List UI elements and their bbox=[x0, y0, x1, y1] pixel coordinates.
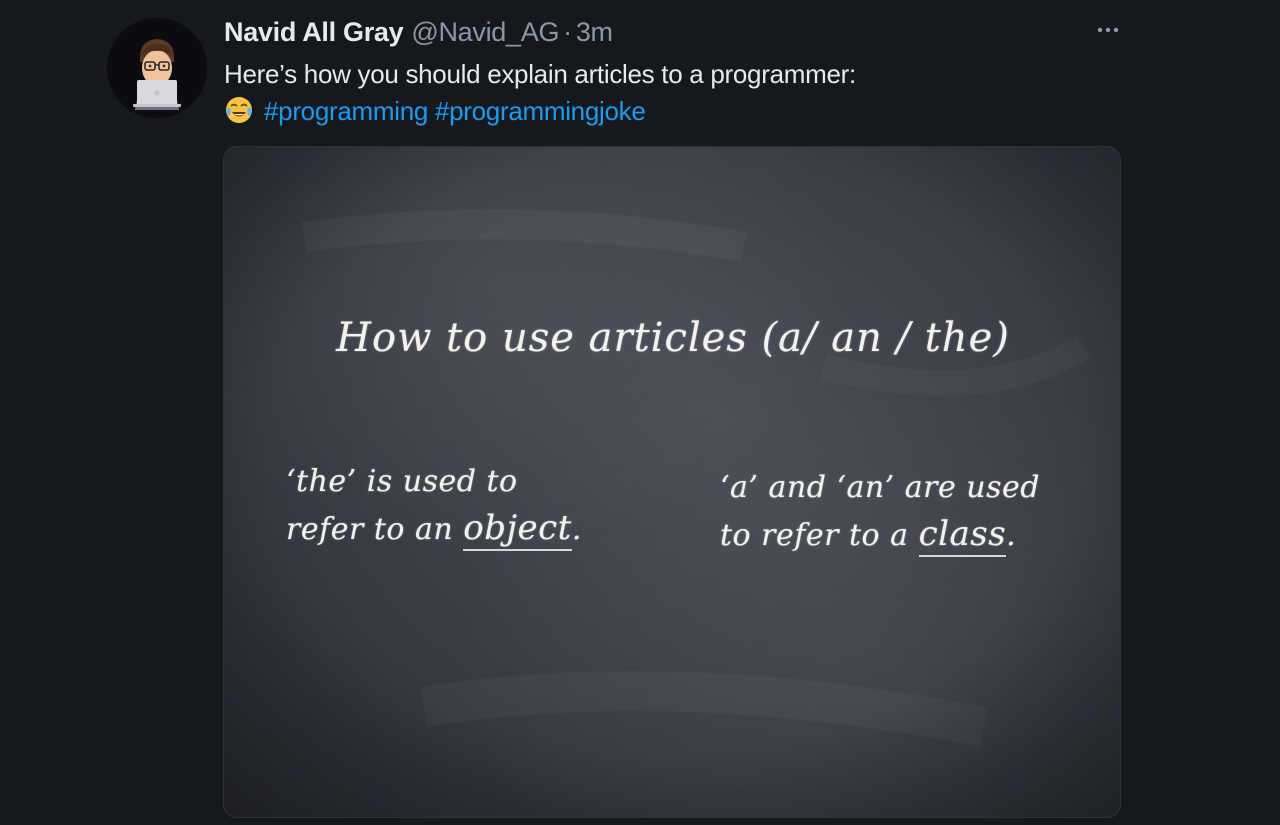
right-line-2-suffix: . bbox=[1006, 518, 1017, 553]
author-handle[interactable]: @Navid_AG bbox=[411, 17, 559, 48]
tweet-image[interactable]: How to use articles (a/ an / the) ‘the’ … bbox=[223, 146, 1121, 818]
left-keyword-object: object bbox=[463, 508, 572, 551]
memoji-avatar-icon bbox=[107, 18, 207, 118]
tweet-timestamp[interactable]: 3m bbox=[576, 17, 613, 48]
chalkboard-left-text: ‘the’ is used to refer to an object. bbox=[286, 459, 582, 553]
tweet-text-line: Here’s how you should explain articles t… bbox=[224, 59, 856, 89]
left-line-2-suffix: . bbox=[571, 512, 582, 547]
left-line-1: ‘the’ is used to bbox=[286, 464, 518, 499]
hashtag-programming[interactable]: #programming bbox=[264, 96, 428, 126]
chalkboard-title: How to use articles (a/ an / the) bbox=[336, 315, 1010, 361]
right-keyword-class: class bbox=[918, 514, 1007, 557]
avatar[interactable] bbox=[107, 18, 207, 118]
tweet-page: Navid All Gray @Navid_AG · 3m Here’s how… bbox=[0, 0, 1280, 825]
left-line-2-prefix: refer to an bbox=[286, 512, 464, 547]
right-line-1: ‘a’ and ‘an’ are used bbox=[720, 470, 1040, 505]
tweet-text: Here’s how you should explain articles t… bbox=[224, 56, 1084, 130]
author-display-name[interactable]: Navid All Gray bbox=[224, 17, 404, 48]
face-with-tears-of-joy-emoji-icon bbox=[224, 95, 254, 125]
tweet-hashtag-line: #programming #programmingjoke bbox=[224, 93, 1084, 130]
header-separator: · bbox=[563, 16, 572, 47]
right-line-2-prefix: to refer to a bbox=[720, 518, 919, 553]
left-line-2: refer to an object. bbox=[286, 505, 582, 553]
chalkboard-right-text: ‘a’ and ‘an’ are used to refer to a clas… bbox=[720, 465, 1040, 559]
tweet-header: Navid All Gray @Navid_AG · 3m bbox=[224, 12, 613, 52]
right-line-2: to refer to a class. bbox=[720, 511, 1040, 559]
more-horizontal-icon[interactable] bbox=[1090, 16, 1126, 44]
hashtag-programmingjoke[interactable]: #programmingjoke bbox=[435, 96, 646, 126]
